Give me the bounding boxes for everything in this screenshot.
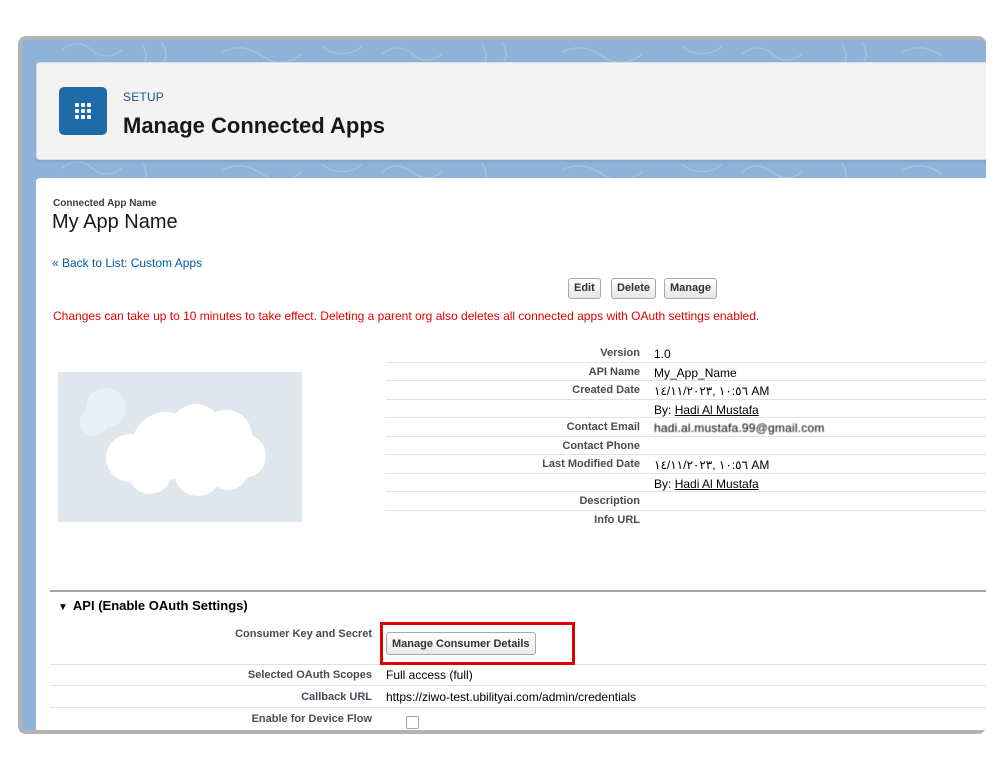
last-modified-value: ١٠:٥٦ ,١٤/١١/٢٠٢٣ AM <box>654 458 770 472</box>
detail-row-contact-email: Contact Email hadi.al.mustafa.99@gmail.c… <box>386 418 986 437</box>
app-grid-icon <box>59 87 107 135</box>
app-background: SETUP Manage Connected Apps Connected Ap… <box>22 40 986 730</box>
created-date-value: ١٠:٥٦ ,١٤/١١/٢٠٢٣ AM <box>654 384 770 398</box>
created-date-label: Created Date <box>572 384 640 396</box>
setup-label: SETUP <box>123 90 165 104</box>
detail-row-info-url: Info URL <box>386 511 986 530</box>
consumer-key-label: Consumer Key and Secret <box>235 628 372 640</box>
api-name-value: My_App_Name <box>654 365 737 380</box>
cloud-logo-icon <box>80 388 266 496</box>
detail-row-created-date: Created Date ١٠:٥٦ ,١٤/١١/٢٠٢٣ AM <box>386 381 986 400</box>
app-logo <box>58 372 302 522</box>
page-title: Manage Connected Apps <box>123 113 385 138</box>
api-settings-table: Consumer Key and Secret Manage Consumer … <box>50 622 986 730</box>
created-by-user-link[interactable]: Hadi Al Mustafa <box>675 403 759 417</box>
last-modified-label: Last Modified Date <box>542 458 640 470</box>
callback-url-value: https://ziwo-test.ubilityai.com/admin/cr… <box>386 690 637 704</box>
detail-row-version: Version 1.0 <box>386 344 986 363</box>
modified-by-value: By: Hadi Al Mustafa <box>654 477 759 491</box>
version-label: Version <box>600 347 640 359</box>
main-content: Connected App Name My App Name « Back to… <box>36 178 986 730</box>
description-label: Description <box>579 495 640 507</box>
delete-button[interactable]: Delete <box>611 278 657 299</box>
highlight-annotation-box <box>380 622 575 665</box>
section-divider <box>50 590 986 592</box>
detail-row-created-by: By: Hadi Al Mustafa <box>386 400 986 418</box>
version-value: 1.0 <box>654 347 671 361</box>
manage-button[interactable]: Manage <box>664 278 717 299</box>
api-row-consumer-key: Consumer Key and Secret Manage Consumer … <box>50 622 986 665</box>
created-by-prefix: By: <box>654 402 672 417</box>
callback-url-label: Callback URL <box>301 691 372 703</box>
detail-row-modified-by: By: Hadi Al Mustafa <box>386 474 986 492</box>
back-to-list-link[interactable]: « Back to List: Custom Apps <box>52 256 202 270</box>
api-section-toggle[interactable]: ▼ API (Enable OAuth Settings) <box>58 598 248 613</box>
app-details-table: Version 1.0 API Name My_App_Name Created… <box>386 344 986 529</box>
detail-row-description: Description <box>386 492 986 511</box>
contact-phone-label: Contact Phone <box>562 439 640 452</box>
connected-app-name-label: Connected App Name <box>53 198 157 209</box>
warning-message: Changes can take up to 10 minutes to tak… <box>53 309 760 323</box>
connected-app-name: My App Name <box>52 211 178 233</box>
detail-row-last-modified: Last Modified Date ١٠:٥٦ ,١٤/١١/٢٠٢٣ AM <box>386 455 986 474</box>
detail-row-contact-phone: Contact Phone <box>386 437 986 455</box>
device-flow-label: Enable for Device Flow <box>251 713 372 725</box>
contact-email-label: Contact Email <box>566 421 640 433</box>
api-row-callback: Callback URL https://ziwo-test.ubilityai… <box>50 686 986 708</box>
api-row-scopes: Selected OAuth Scopes Full access (full) <box>50 665 986 686</box>
device-flow-checkbox[interactable] <box>406 716 419 729</box>
info-url-label: Info URL <box>594 513 640 526</box>
collapse-triangle-icon: ▼ <box>58 602 68 613</box>
screenshot-frame: SETUP Manage Connected Apps Connected Ap… <box>18 36 986 734</box>
api-name-label: API Name <box>588 365 640 378</box>
api-row-device-flow: Enable for Device Flow <box>50 708 986 730</box>
scopes-label: Selected OAuth Scopes <box>247 669 372 681</box>
page-header: SETUP Manage Connected Apps <box>36 62 986 160</box>
created-by-value: By: Hadi Al Mustafa <box>654 403 759 417</box>
scopes-value: Full access (full) <box>386 668 473 682</box>
api-section-title: API (Enable OAuth Settings) <box>72 598 248 613</box>
edit-button[interactable]: Edit <box>568 278 601 299</box>
modified-by-user-link[interactable]: Hadi Al Mustafa <box>675 477 759 491</box>
modified-by-prefix: By: <box>654 476 672 491</box>
contact-email-value: hadi.al.mustafa.99@gmail.com <box>654 421 825 435</box>
detail-row-api-name: API Name My_App_Name <box>386 363 986 381</box>
